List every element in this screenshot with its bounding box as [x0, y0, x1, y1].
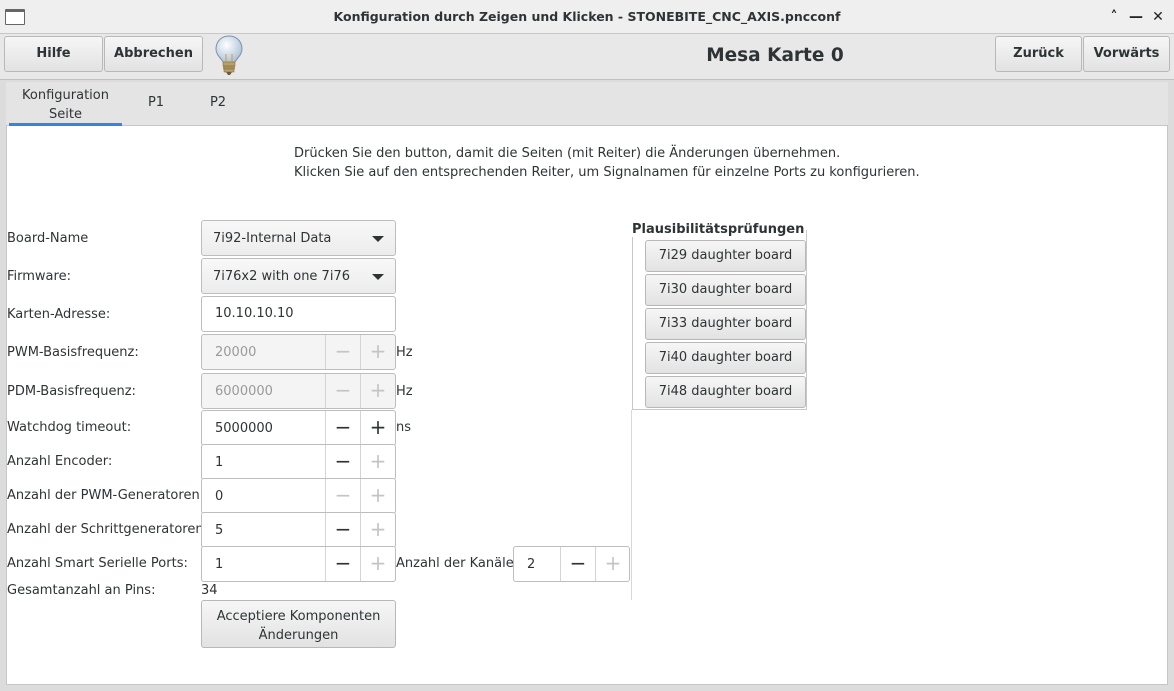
page-title: Mesa Karte 0	[706, 45, 844, 66]
card-address-input[interactable]: 10.10.10.10	[201, 296, 396, 332]
instruction-line-2: Klicken Sie auf den entsprechenden Reite…	[294, 165, 920, 180]
accept-label-line1: Acceptiere Komponenten	[216, 609, 381, 624]
tab-p1[interactable]: P1	[134, 82, 178, 126]
board-name-value: 7i92-Internal Data	[213, 231, 332, 246]
increment-button: +	[360, 479, 395, 513]
pwm-frequency-label: PWM-Basisfrequenz:	[7, 345, 139, 360]
toolbar: Hilfe Abbrechen Mesa Karte 0 Zurück Vorw…	[0, 34, 1174, 80]
accept-component-changes-button[interactable]: Acceptiere Komponenten Änderungen	[201, 600, 396, 648]
7i33-daughter-board-button[interactable]: 7i33 daughter board	[645, 308, 806, 340]
tab-p2[interactable]: P2	[196, 82, 240, 126]
window-title: Konfiguration durch Zeigen und Klicken -…	[333, 9, 841, 24]
firmware-label: Firmware:	[7, 269, 71, 284]
smart-serial-ports-stepper[interactable]: 1 − +	[201, 546, 396, 582]
encoders-value[interactable]: 1	[215, 455, 223, 470]
watchdog-timeout-stepper[interactable]: 5000000 − +	[201, 410, 396, 446]
pwm-generators-value[interactable]: 0	[215, 489, 223, 504]
step-generators-stepper[interactable]: 5 − +	[201, 512, 396, 548]
pwm-frequency-value: 20000	[215, 345, 257, 360]
pwm-frequency-unit: Hz	[396, 345, 413, 360]
decrement-button: −	[325, 479, 360, 513]
total-pins-value: 34	[201, 583, 218, 598]
tab-configuration-page[interactable]: Konfiguration Seite	[9, 82, 122, 126]
pwm-generators-stepper[interactable]: 0 − +	[201, 478, 396, 514]
pdm-frequency-value: 6000000	[215, 384, 273, 399]
chevron-down-icon	[372, 236, 384, 242]
watchdog-timeout-label: Watchdog timeout:	[7, 420, 132, 435]
increment-button: +	[595, 547, 630, 581]
pdm-frequency-label: PDM-Basisfrequenz:	[7, 384, 136, 399]
cancel-button[interactable]: Abbrechen	[104, 36, 203, 72]
lightbulb-icon	[215, 35, 243, 75]
tab-label-line1: Konfiguration	[22, 88, 109, 103]
close-window-button[interactable]: ✕	[1148, 6, 1168, 28]
restore-window-button[interactable]: ˄	[1104, 6, 1124, 28]
chevron-down-icon	[372, 274, 384, 280]
channels-value[interactable]: 2	[527, 557, 535, 572]
board-name-label: Board-Name	[7, 231, 89, 246]
smart-serial-ports-value[interactable]: 1	[215, 557, 223, 572]
firmware-value: 7i76x2 with one 7i76	[213, 269, 350, 284]
decrement-button[interactable]: −	[325, 411, 360, 445]
7i29-daughter-board-button[interactable]: 7i29 daughter board	[645, 240, 806, 272]
pdm-frequency-stepper: 6000000 − +	[201, 373, 396, 409]
pwm-generators-label: Anzahl der PWM-Generatoren:	[7, 488, 205, 503]
channels-stepper[interactable]: 2 − +	[513, 546, 630, 582]
channels-label: Anzahl der Kanäle:	[396, 556, 519, 571]
watchdog-timeout-unit: ns	[396, 420, 412, 435]
minimize-window-button[interactable]: —	[1126, 6, 1146, 28]
step-generators-label: Anzahl der Schrittgeneratoren:	[7, 522, 208, 537]
help-button[interactable]: Hilfe	[4, 36, 103, 72]
decrement-button[interactable]: −	[325, 513, 360, 547]
firmware-select[interactable]: 7i76x2 with one 7i76	[201, 258, 396, 294]
title-bar: Konfiguration durch Zeigen und Klicken -…	[0, 0, 1174, 34]
encoders-label: Anzahl Encoder:	[7, 454, 113, 469]
board-name-select[interactable]: 7i92-Internal Data	[201, 220, 396, 256]
minus-icon: −	[325, 374, 360, 408]
divider	[631, 410, 632, 600]
minus-icon: −	[325, 335, 360, 369]
decrement-button[interactable]: −	[325, 445, 360, 479]
tab-label-line2: Seite	[49, 107, 82, 122]
back-button[interactable]: Zurück	[995, 36, 1082, 72]
7i40-daughter-board-button[interactable]: 7i40 daughter board	[645, 342, 806, 374]
watchdog-timeout-value[interactable]: 5000000	[215, 421, 273, 436]
smart-serial-ports-label: Anzahl Smart Serielle Ports:	[7, 556, 188, 571]
pwm-frequency-stepper: 20000 − +	[201, 334, 396, 370]
increment-button: +	[360, 547, 395, 581]
encoders-stepper[interactable]: 1 − +	[201, 444, 396, 480]
increment-button[interactable]: +	[360, 411, 395, 445]
total-pins-label: Gesamtanzahl an Pins:	[7, 583, 156, 598]
instruction-line-1: Drücken Sie den button, damit die Seiten…	[294, 146, 841, 161]
plus-icon: +	[360, 335, 395, 369]
increment-button: +	[360, 445, 395, 479]
sanity-checks-title: Plausibilitätsprüfungen	[632, 222, 807, 237]
pdm-frequency-unit: Hz	[396, 384, 413, 399]
configuration-panel: Drücken Sie den button, damit die Seiten…	[6, 126, 1168, 685]
plus-icon: +	[360, 374, 395, 408]
accept-label-line2: Änderungen	[258, 628, 339, 643]
step-generators-value[interactable]: 5	[215, 523, 223, 538]
decrement-button[interactable]: −	[325, 547, 360, 581]
increment-button: +	[360, 513, 395, 547]
7i48-daughter-board-button[interactable]: 7i48 daughter board	[645, 376, 806, 408]
7i30-daughter-board-button[interactable]: 7i30 daughter board	[645, 274, 806, 306]
card-address-label: Karten-Adresse:	[7, 307, 111, 322]
forward-button[interactable]: Vorwärts	[1083, 36, 1170, 72]
decrement-button[interactable]: −	[560, 547, 595, 581]
tab-bar: Konfiguration Seite P1 P2	[6, 82, 1168, 126]
